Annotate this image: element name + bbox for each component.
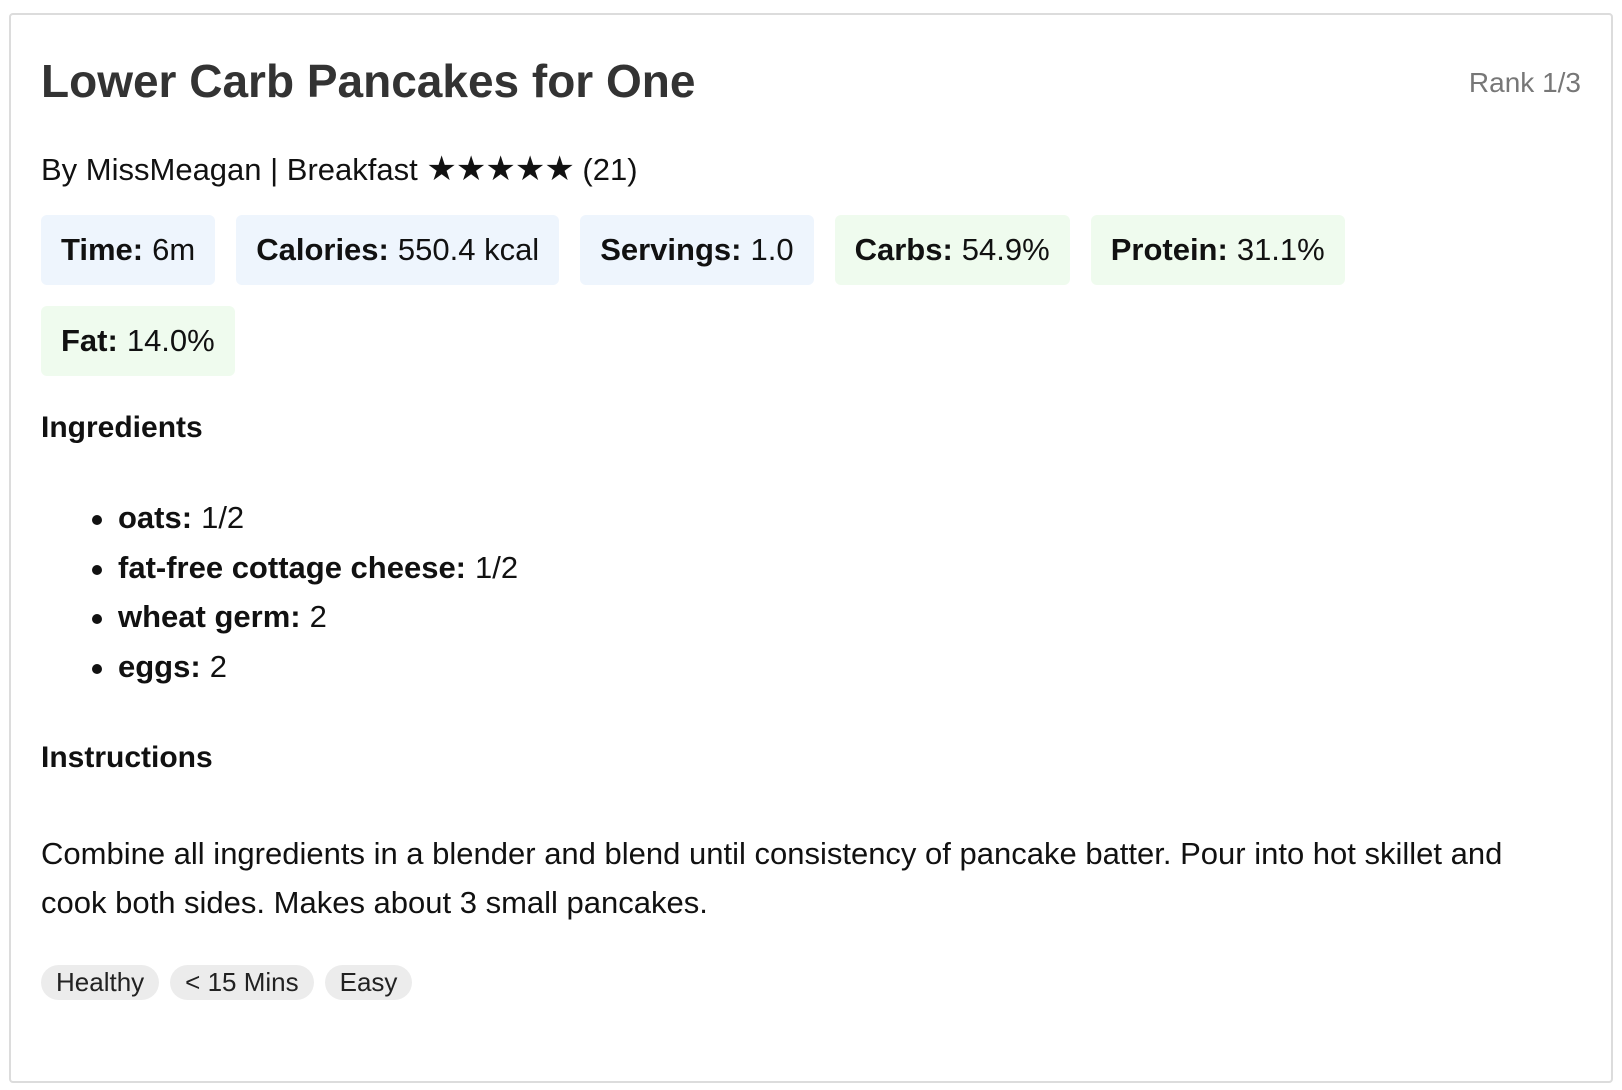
ingredient-name: eggs: <box>118 648 201 684</box>
tag-easy[interactable]: Easy <box>324 965 413 1000</box>
list-item: wheat germ: 2 <box>89 592 518 642</box>
ingredient-name: oats: <box>118 500 193 535</box>
ingredients-list: oats: 1/2 fat-free cottage cheese: 1/2 whe… <box>89 493 518 691</box>
list-item: oats: 1/2 <box>89 493 518 543</box>
stat-label: Calories: <box>256 232 389 267</box>
recipe-title: Lower Carb Pancakes for One <box>41 55 696 107</box>
recipe-card: Lower Carb Pancakes for One Rank 1/3 By … <box>9 13 1613 1083</box>
ingredient-name: fat-free cottage cheese: <box>118 549 467 585</box>
rating-count: (21) <box>582 152 638 187</box>
ingredient-amount: 2 <box>309 599 327 634</box>
list-item: fat-free cottage cheese: 1/2 <box>89 543 518 593</box>
tag-healthy[interactable]: Healthy <box>41 965 160 1000</box>
ingredient-amount: 1/2 <box>475 549 519 585</box>
stat-label: Servings: <box>600 232 742 267</box>
instructions-text: Combine all ingredients in a blender and… <box>41 836 1503 920</box>
recipe-meta: By MissMeagan | Breakfast ★★★★★ (21) <box>41 147 638 191</box>
list-item: eggs: 2 <box>89 642 518 692</box>
stat-value: 6m <box>152 232 196 267</box>
tag-under-15-mins[interactable]: < 15 Mins <box>170 965 314 1000</box>
stat-chip-time: Time: 6m <box>41 215 216 285</box>
ingredient-amount: 1/2 <box>201 500 245 535</box>
rating-stars: ★★★★★ <box>426 150 574 188</box>
rank-label: Rank 1/3 <box>1468 67 1581 98</box>
ingredient-name: wheat germ: <box>118 599 301 634</box>
stat-label: Time: <box>61 232 144 267</box>
stat-value: 550.4 kcal <box>397 232 540 267</box>
ingredients-heading: Ingredients <box>41 411 203 444</box>
stat-label: Protein: <box>1110 232 1228 267</box>
instructions-heading: Instructions <box>41 741 213 774</box>
stat-chip-calories: Calories: 550.4 kcal <box>236 215 560 285</box>
stats-chips: Time: 6m Calories: 550.4 kcal Servings: … <box>41 215 1471 376</box>
stat-value: 14.0% <box>126 323 215 358</box>
stat-chip-fat: Fat: 14.0% <box>41 306 235 376</box>
stat-value: 54.9% <box>961 232 1050 267</box>
stat-label: Fat: <box>61 323 118 358</box>
stat-chip-carbs: Carbs: 54.9% <box>834 215 1070 285</box>
stat-label: Carbs: <box>854 232 953 267</box>
stat-value: 1.0 <box>750 232 794 267</box>
ingredient-amount: 2 <box>209 648 227 684</box>
byline: By MissMeagan | Breakfast <box>41 152 418 187</box>
tag-list: Healthy < 15 Mins Easy <box>41 965 413 1000</box>
stat-chip-servings: Servings: 1.0 <box>580 215 814 285</box>
stat-chip-protein: Protein: 31.1% <box>1090 215 1345 285</box>
stat-value: 31.1% <box>1236 232 1325 267</box>
